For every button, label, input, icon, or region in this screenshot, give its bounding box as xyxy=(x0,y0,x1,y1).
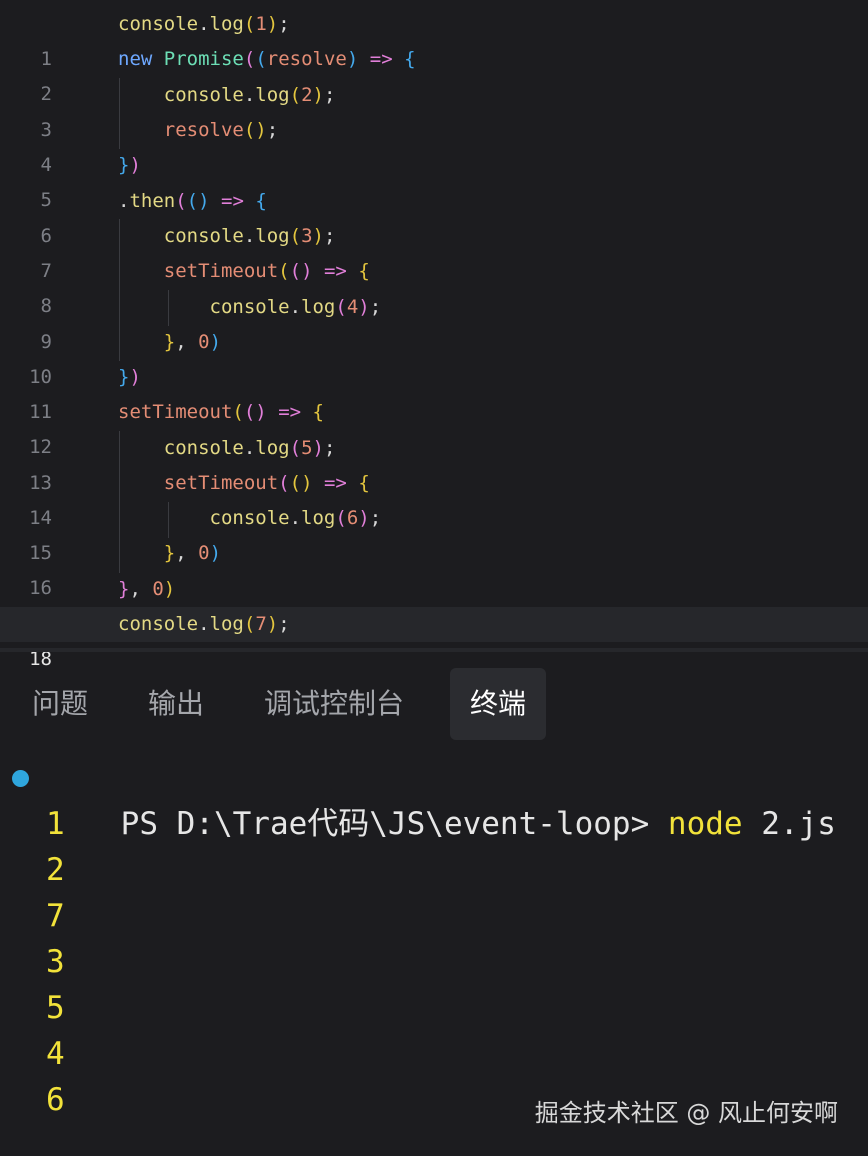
code-line[interactable]: 7 console.log(3); xyxy=(0,219,868,282)
terminal-output-line: 7 xyxy=(46,898,65,934)
code-line[interactable]: 12 setTimeout(() => { xyxy=(0,395,868,458)
code-line-current[interactable]: 18 console.log(7); xyxy=(0,607,868,670)
code-line[interactable]: 13 console.log(5); xyxy=(0,431,868,494)
tab-debug-console[interactable]: 调试控制台 xyxy=(244,668,424,740)
code-line[interactable]: 8 setTimeout(() => { xyxy=(0,254,868,317)
terminal-prompt-line: PS D:\Trae代码\JS\event-loop> node 2.js xyxy=(46,755,836,893)
terminal-output-line: 6 xyxy=(46,1082,65,1118)
code-line[interactable]: 4 resolve(); xyxy=(0,113,868,176)
code-line[interactable]: 9 console.log(4); xyxy=(0,290,868,353)
terminal-argument: 2.js xyxy=(761,806,836,842)
tab-terminal[interactable]: 终端 xyxy=(450,668,547,740)
terminal-command: node xyxy=(667,806,743,842)
code-line[interactable]: 11 }) xyxy=(0,360,868,423)
code-line[interactable]: 2 new Promise((resolve) => { xyxy=(0,42,868,105)
panel-divider[interactable] xyxy=(0,648,868,652)
code-line[interactable]: 1 console.log(1); xyxy=(0,7,868,70)
code-line[interactable]: 10 }, 0) xyxy=(0,325,868,388)
code-line[interactable]: 5 }) xyxy=(0,148,868,211)
terminal-output-line: 4 xyxy=(46,1036,65,1072)
code-line[interactable]: 15 console.log(6); xyxy=(0,501,868,564)
terminal-prompt: PS D:\Trae代码\JS\event-loop> xyxy=(120,806,650,842)
code-line[interactable]: 17 }, 0) xyxy=(0,572,868,635)
code-line[interactable]: 16 }, 0) xyxy=(0,536,868,599)
tab-output[interactable]: 输出 xyxy=(128,668,224,740)
terminal-output-line: 1 xyxy=(46,806,65,842)
command-status-dot-icon[interactable] xyxy=(12,770,29,787)
code-line[interactable]: 6 .then(() => { xyxy=(0,184,868,247)
tab-problems[interactable]: 问题 xyxy=(12,668,108,740)
terminal-output-line: 2 xyxy=(46,852,65,888)
terminal-output-line: 3 xyxy=(46,944,65,980)
code-line[interactable]: 3 console.log(2); xyxy=(0,78,868,141)
terminal-output-line: 5 xyxy=(46,990,65,1026)
watermark: 掘金技术社区 @ 风止何安啊 xyxy=(534,1099,838,1127)
code-editor[interactable]: 1 console.log(1); 2 new Promise((resolve… xyxy=(0,0,868,670)
code-line[interactable]: 14 setTimeout(() => { xyxy=(0,466,868,529)
panel-tab-bar: 问题 输出 调试控制台 终端 xyxy=(0,668,868,740)
